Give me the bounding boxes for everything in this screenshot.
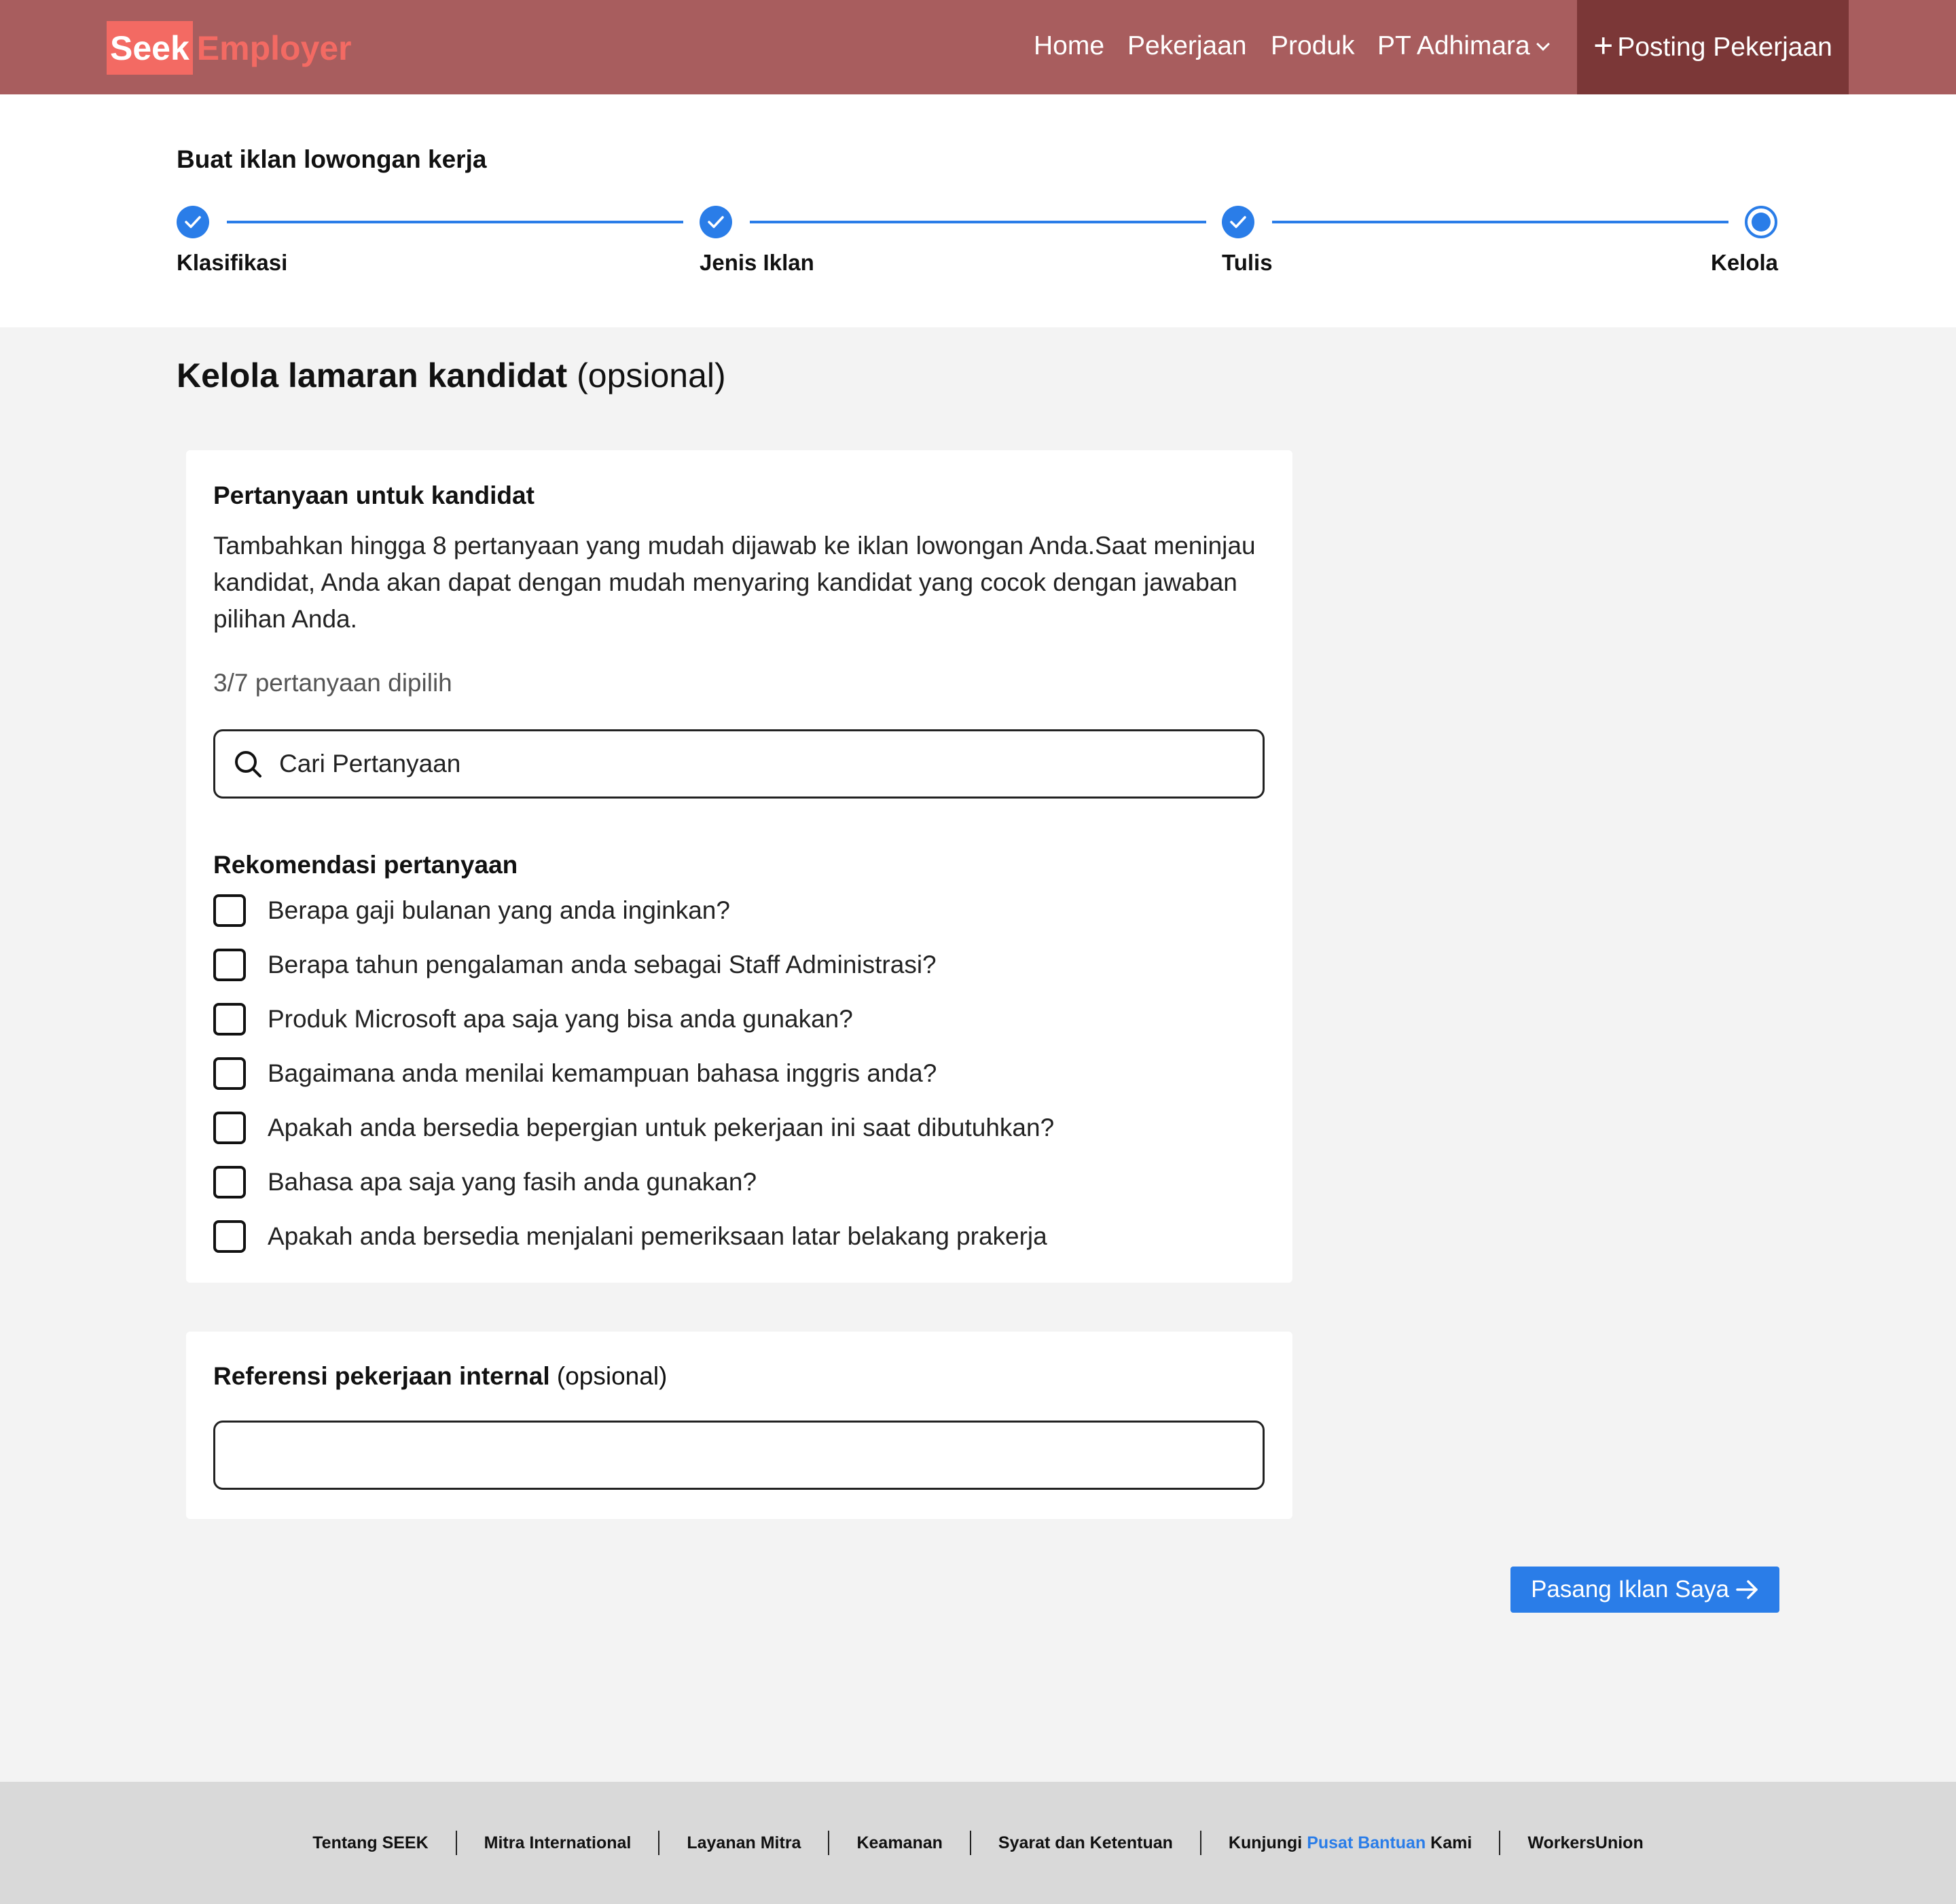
question-label: Berapa gaji bulanan yang anda inginkan? [268, 896, 730, 924]
footer-link-workers-union[interactable]: WorkersUnion [1500, 1833, 1670, 1853]
internal-reference-title-optional: (opsional) [556, 1362, 668, 1390]
step-label-manage: Kelola [1711, 250, 1779, 275]
footer: Tentang SEEK Mitra International Layanan… [0, 1782, 1956, 1904]
questions-card-description: Tambahkan hingga 8 pertanyaan yang mudah… [213, 532, 1256, 633]
checkbox[interactable] [213, 894, 246, 927]
step-label-write: Tulis [1222, 250, 1273, 275]
question-search-input[interactable]: Cari Pertanyaan [213, 729, 1265, 799]
publish-ad-button[interactable]: Pasang Iklan Saya [1510, 1567, 1779, 1613]
question-checkbox-item[interactable]: Produk Microsoft apa saja yang bisa anda… [213, 1003, 853, 1036]
footer-link-partner-services[interactable]: Layanan Mitra [659, 1833, 828, 1853]
checkbox[interactable] [213, 949, 246, 981]
nav-company-label: PT Adhimara [1377, 31, 1530, 60]
nav-products[interactable]: Produk [1271, 31, 1355, 61]
top-header: Seek Employer Home Pekerjaan Produk PT A… [0, 0, 1956, 94]
search-icon [235, 751, 261, 777]
checkbox[interactable] [213, 1166, 246, 1198]
question-label: Apakah anda bersedia menjalani pemeriksa… [268, 1222, 1047, 1250]
checkbox[interactable] [213, 1003, 246, 1036]
internal-reference-title: Referensi pekerjaan internal (opsional) [213, 1362, 667, 1391]
question-label: Bahasa apa saja yang fasih anda gunakan? [268, 1168, 757, 1196]
question-checkbox-item[interactable]: Apakah anda bersedia bepergian untuk pek… [213, 1112, 1054, 1144]
footer-help-suffix: Kami [1430, 1833, 1472, 1852]
question-checkbox-item[interactable]: Bahasa apa saja yang fasih anda gunakan? [213, 1166, 757, 1198]
post-job-label: Posting Pekerjaan [1617, 32, 1832, 62]
footer-help-center: Kunjungi Pusat Bantuan Kami [1201, 1833, 1499, 1853]
progress-stepper: Buat iklan lowongan kerja Klasifikasi Je… [0, 94, 1956, 327]
question-checkbox-item[interactable]: Apakah anda bersedia menjalani pemeriksa… [213, 1220, 1047, 1253]
page-title: Kelola lamaran kandidat (opsional) [177, 356, 726, 395]
step-connector [750, 221, 1206, 223]
internal-reference-title-main: Referensi pekerjaan internal [213, 1362, 550, 1390]
plus-icon: + [1593, 26, 1614, 65]
footer-link-about[interactable]: Tentang SEEK [285, 1833, 455, 1853]
chevron-down-icon [1536, 37, 1550, 51]
stepper-title: Buat iklan lowongan kerja [177, 145, 487, 173]
checkbox[interactable] [213, 1112, 246, 1144]
question-checkbox-item[interactable]: Berapa gaji bulanan yang anda inginkan? [213, 894, 730, 927]
arrow-right-icon [1736, 1580, 1758, 1599]
question-checkbox-item[interactable]: Berapa tahun pengalaman anda sebagai Sta… [213, 949, 937, 981]
step-4-current-icon [1745, 206, 1777, 238]
recommended-questions-title: Rekomendasi pertanyaan [213, 851, 518, 879]
question-label: Berapa tahun pengalaman anda sebagai Sta… [268, 951, 937, 978]
question-checkbox-item[interactable]: Bagaimana anda menilai kemampuan bahasa … [213, 1057, 937, 1090]
step-label-classification: Klasifikasi [177, 250, 288, 275]
nav-jobs[interactable]: Pekerjaan [1127, 31, 1247, 61]
step-3-check-icon [1222, 206, 1254, 238]
checkbox[interactable] [213, 1220, 246, 1253]
questions-selected-counter: 3/7 pertanyaan dipilih [213, 669, 452, 697]
post-job-button[interactable]: + Posting Pekerjaan [1577, 0, 1849, 94]
questions-card: Pertanyaan untuk kandidat Tambahkan hing… [186, 450, 1292, 1283]
step-1-check-icon [177, 206, 209, 238]
nav-home[interactable]: Home [1034, 31, 1104, 61]
footer-help-prefix: Kunjungi [1228, 1833, 1303, 1852]
footer-link-partners[interactable]: Mitra International [457, 1833, 659, 1853]
footer-help-center-link[interactable]: Pusat Bantuan [1307, 1833, 1426, 1852]
question-label: Apakah anda bersedia bepergian untuk pek… [268, 1114, 1055, 1141]
question-label: Produk Microsoft apa saja yang bisa anda… [268, 1005, 853, 1033]
internal-reference-input[interactable] [213, 1421, 1265, 1490]
questions-card-title: Pertanyaan untuk kandidat [213, 481, 535, 509]
step-2-check-icon [700, 206, 732, 238]
checkbox[interactable] [213, 1057, 246, 1090]
step-connector [1272, 221, 1728, 223]
page-title-optional: (opsional) [577, 356, 726, 395]
internal-reference-card: Referensi pekerjaan internal (opsional) [186, 1332, 1292, 1519]
search-placeholder: Cari Pertanyaan [279, 750, 461, 777]
step-label-ad-type: Jenis Iklan [700, 250, 814, 275]
page-title-main: Kelola lamaran kandidat [177, 356, 568, 395]
step-connector [227, 221, 683, 223]
nav-company-dropdown[interactable]: PT Adhimara [1377, 31, 1550, 61]
publish-ad-label: Pasang Iklan Saya [1531, 1576, 1729, 1603]
footer-link-terms[interactable]: Syarat dan Ketentuan [971, 1833, 1200, 1853]
footer-link-security[interactable]: Keamanan [829, 1833, 969, 1853]
question-label: Bagaimana anda menilai kemampuan bahasa … [268, 1059, 937, 1087]
footer-links: Tentang SEEK Mitra International Layanan… [0, 1782, 1956, 1904]
